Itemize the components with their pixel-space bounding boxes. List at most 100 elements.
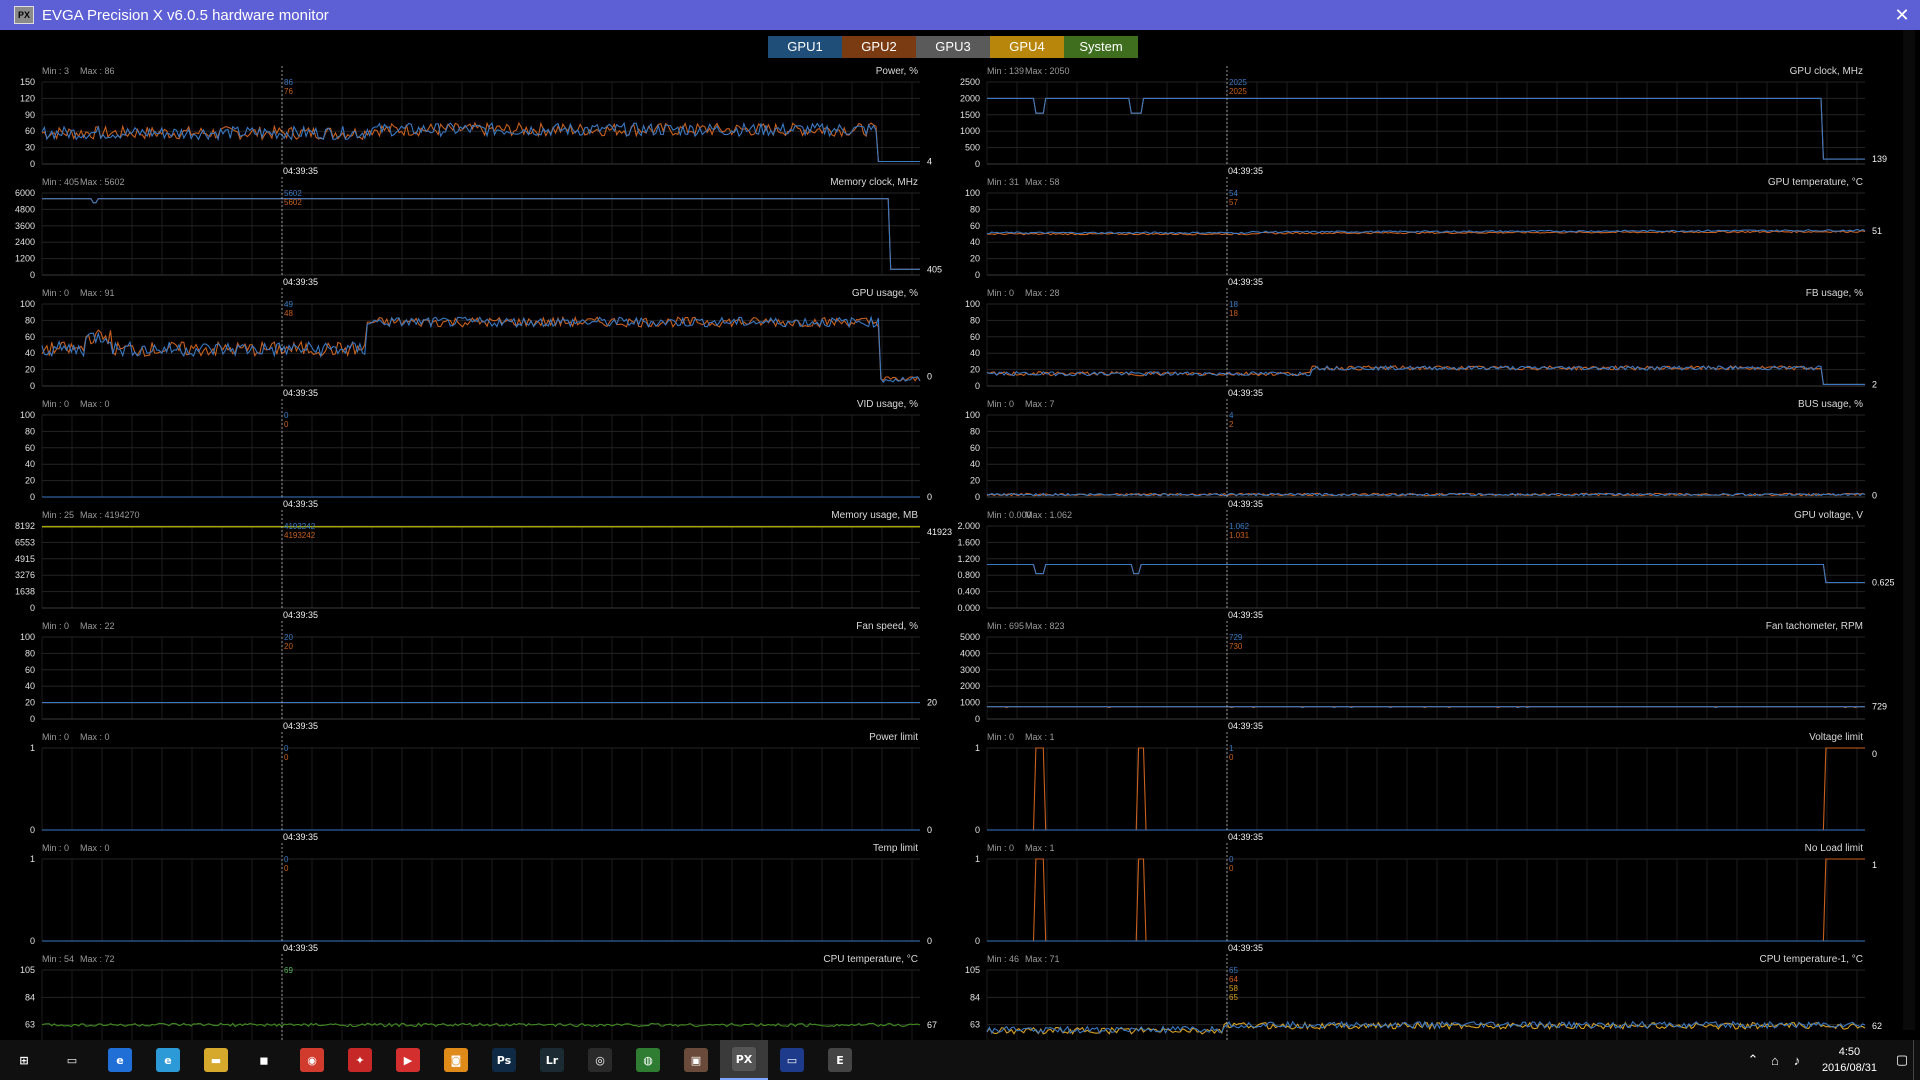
evga-taskbar-button[interactable]: E — [816, 1040, 864, 1080]
photoshop-taskbar-button[interactable]: Ps — [480, 1040, 528, 1080]
graph-min-label: Min : 3 — [42, 66, 69, 76]
tab-gpu3[interactable]: GPU3 — [916, 36, 990, 58]
cursor-value-label: 4 — [1229, 411, 1234, 420]
tab-gpu1[interactable]: GPU1 — [768, 36, 842, 58]
current-value-label: 405 — [927, 264, 942, 274]
precision-x-taskbar-button[interactable]: PX — [720, 1040, 768, 1080]
graph-min-label: Min : 0 — [987, 399, 1014, 409]
graph-max-label: Max : 28 — [1025, 288, 1060, 298]
monitor-app-taskbar-button[interactable]: ▭ — [768, 1040, 816, 1080]
photo-viewer-icon: ▣ — [684, 1048, 708, 1072]
y-tick-label: 80 — [25, 426, 35, 436]
system-tray: ⌃ ⌂ ♪ 4:50 2016/08/31 ▢ — [1742, 1040, 1920, 1080]
cursor-value-label: 18 — [1229, 309, 1238, 318]
file-explorer-icon: ▬ — [204, 1048, 228, 1072]
cursor-time-label: 04:39:35 — [283, 610, 318, 620]
edge-taskbar-button[interactable]: e — [96, 1040, 144, 1080]
y-tick-label: 0.800 — [957, 570, 980, 580]
current-value-label: 67 — [927, 1020, 937, 1030]
current-value-label: 0 — [927, 492, 932, 502]
y-tick-label: 60 — [25, 665, 35, 675]
graph-max-label: Max : 2050 — [1025, 66, 1070, 76]
y-tick-label: 100 — [20, 410, 35, 420]
graph-min-label: Min : 0 — [42, 843, 69, 853]
series-line-1 — [987, 563, 1865, 584]
gpu-tab-bar: GPU1 GPU2 GPU3 GPU4 System — [768, 36, 1138, 58]
cursor-value-label: 54 — [1229, 189, 1238, 198]
lightroom-taskbar-button[interactable]: Lr — [528, 1040, 576, 1080]
app-video-taskbar-button[interactable]: ▶ — [384, 1040, 432, 1080]
cursor-value-label: 1.031 — [1229, 531, 1250, 540]
edge-icon: e — [108, 1048, 132, 1072]
y-tick-label: 60 — [25, 126, 35, 136]
y-tick-label: 40 — [25, 348, 35, 358]
cursor-value-label: 0 — [284, 753, 289, 762]
cursor-value-label: 1.062 — [1229, 522, 1250, 531]
y-tick-label: 2500 — [960, 77, 980, 87]
cursor-value-label: 1 — [1229, 744, 1234, 753]
current-value-label: 0 — [927, 936, 932, 946]
cursor-time-label: 04:39:35 — [1228, 610, 1263, 620]
graph-min-label: Min : 54 — [42, 954, 74, 964]
current-value-label: 139 — [1872, 154, 1887, 164]
series-line-2 — [41, 315, 921, 383]
cursor-value-label: 0 — [284, 744, 289, 753]
y-tick-label: 0 — [975, 159, 980, 169]
file-explorer-taskbar-button[interactable]: ▬ — [192, 1040, 240, 1080]
y-tick-label: 8192 — [15, 521, 35, 531]
y-tick-label: 0 — [975, 825, 980, 835]
aperture-app-taskbar-button[interactable]: ◎ — [576, 1040, 624, 1080]
y-tick-label: 80 — [970, 315, 980, 325]
cursor-value-label: 4193242 — [284, 531, 316, 540]
current-value-label: 20 — [927, 698, 937, 708]
graphs-svg: Min : 3 Max : 86 Power, %150120906030004:3… — [15, 66, 1895, 1040]
graph-max-label: Max : 7 — [1025, 399, 1055, 409]
globe-app-taskbar-button[interactable]: ◍ — [624, 1040, 672, 1080]
y-tick-label: 1 — [30, 854, 35, 864]
y-tick-label: 100 — [965, 410, 980, 420]
ie-taskbar-button[interactable]: e — [144, 1040, 192, 1080]
notification-icon[interactable]: ▢ — [1891, 1040, 1913, 1080]
y-tick-label: 1.600 — [957, 537, 980, 547]
tab-gpu2[interactable]: GPU2 — [842, 36, 916, 58]
graph-title: BUS usage, % — [1798, 399, 1863, 410]
graph-max-label: Max : 1 — [1025, 732, 1055, 742]
photo-viewer-taskbar-button[interactable]: ▣ — [672, 1040, 720, 1080]
monitor-app-icon: ▭ — [780, 1048, 804, 1072]
start-taskbar-button[interactable]: ⊞ — [0, 1040, 48, 1080]
volume-icon[interactable]: ♪ — [1786, 1040, 1808, 1080]
y-tick-label: 150 — [20, 77, 35, 87]
tab-gpu4[interactable]: GPU4 — [990, 36, 1064, 58]
y-tick-label: 0 — [975, 936, 980, 946]
cursor-value-label: 5602 — [284, 189, 302, 198]
y-tick-label: 40 — [970, 237, 980, 247]
chevron-up-icon[interactable]: ⌃ — [1742, 1040, 1764, 1080]
store-taskbar-button[interactable]: ◼ — [240, 1040, 288, 1080]
chrome-taskbar-button[interactable]: ◉ — [288, 1040, 336, 1080]
graph-min-label: Min : 405 — [42, 177, 79, 187]
y-tick-label: 100 — [20, 632, 35, 642]
graph-max-label: Max : 71 — [1025, 954, 1060, 964]
clock[interactable]: 4:50 2016/08/31 — [1822, 1044, 1877, 1076]
y-tick-label: 0 — [30, 936, 35, 946]
tab-system[interactable]: System — [1064, 36, 1138, 58]
cursor-time-label: 04:39:35 — [283, 388, 318, 398]
task-view-taskbar-button[interactable]: ▭ — [48, 1040, 96, 1080]
series-line-2 — [987, 97, 1865, 160]
cursor-value-label: 5602 — [284, 198, 302, 207]
y-tick-label: 500 — [965, 143, 980, 153]
graph-min-label: Min : 46 — [987, 954, 1019, 964]
y-tick-label: 3600 — [15, 221, 35, 231]
graph-max-label: Max : 4194270 — [80, 510, 140, 520]
camera-app-taskbar-button[interactable]: ◙ — [432, 1040, 480, 1080]
cursor-time-label: 04:39:35 — [283, 832, 318, 842]
cursor-value-label: 20 — [284, 633, 293, 642]
current-value-label: 2 — [1872, 379, 1877, 389]
y-tick-label: 105 — [20, 965, 35, 975]
y-tick-label: 0 — [30, 492, 35, 502]
show-desktop-button[interactable] — [1913, 1040, 1920, 1080]
clock-time: 4:50 — [1838, 1046, 1861, 1058]
evga-icon: E — [828, 1048, 852, 1072]
network-icon[interactable]: ⌂ — [1764, 1040, 1786, 1080]
app-red-taskbar-button[interactable]: ✦ — [336, 1040, 384, 1080]
